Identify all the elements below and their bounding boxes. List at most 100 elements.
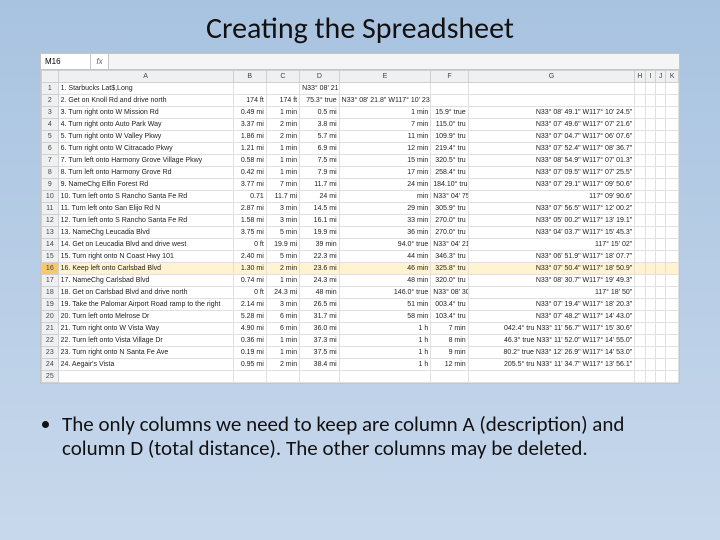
cell[interactable]: 7 min	[266, 179, 299, 191]
cell[interactable]	[635, 167, 645, 179]
cell[interactable]: 21. Turn right onto W Vista Way	[58, 323, 233, 335]
cell[interactable]: N33° 07' 09.5" W117° 07' 25.5"	[468, 167, 635, 179]
cell[interactable]: 003.4° tru	[431, 299, 468, 311]
cell[interactable]	[666, 227, 679, 239]
cell[interactable]: 115.0° tru	[431, 119, 468, 131]
cell[interactable]: 0.95 mi	[233, 359, 266, 371]
cell[interactable]	[645, 203, 655, 215]
cell[interactable]: 346.3° tru	[431, 251, 468, 263]
cell[interactable]: 44 min	[339, 251, 431, 263]
cell[interactable]	[656, 371, 666, 383]
cell[interactable]: 1 min	[266, 155, 299, 167]
cell[interactable]: 3.37 mi	[233, 119, 266, 131]
cell[interactable]: 1.21 mi	[233, 143, 266, 155]
cell[interactable]: 042.4° tru N33° 11' 56.7" W117° 15' 30.6…	[468, 323, 635, 335]
cell[interactable]: 1 min	[266, 167, 299, 179]
cell[interactable]: min	[339, 191, 431, 203]
cell[interactable]: 31.7 mi	[300, 311, 340, 323]
cell[interactable]: 117° 09' 90.6"	[468, 191, 635, 203]
cell[interactable]: N33° 07' 19.4" W117° 18' 20.3"	[468, 299, 635, 311]
col-header-J[interactable]: J	[656, 71, 666, 83]
cell[interactable]	[233, 83, 266, 95]
cell[interactable]: 3.75 mi	[233, 227, 266, 239]
row-header[interactable]: 9	[42, 179, 59, 191]
cell[interactable]: 29 min	[339, 203, 431, 215]
cell[interactable]	[656, 287, 666, 299]
col-header-G[interactable]: G	[468, 71, 635, 83]
cell[interactable]: 3 min	[266, 203, 299, 215]
cell[interactable]	[656, 275, 666, 287]
cell[interactable]	[656, 155, 666, 167]
cell[interactable]	[666, 83, 679, 95]
cell[interactable]: N33° 08' 21.4" W117° 10' 30.4"	[300, 83, 340, 95]
cell[interactable]: 46 min	[339, 263, 431, 275]
col-header-C[interactable]: C	[266, 71, 299, 83]
cell[interactable]: N33° 07' 04.7" W117° 06' 07.6"	[468, 131, 635, 143]
cell[interactable]	[645, 251, 655, 263]
cell[interactable]: 184.10° tru	[431, 179, 468, 191]
cell[interactable]	[645, 107, 655, 119]
cell[interactable]	[656, 359, 666, 371]
row-header[interactable]: 21	[42, 323, 59, 335]
cell[interactable]	[656, 95, 666, 107]
cell[interactable]	[645, 311, 655, 323]
cell[interactable]	[666, 191, 679, 203]
cell[interactable]: 2 min	[266, 119, 299, 131]
cell[interactable]	[431, 371, 468, 383]
cell[interactable]: N33° 04' 75.1" W	[431, 191, 468, 203]
cell[interactable]: 17 min	[339, 167, 431, 179]
cell[interactable]: 23. Turn right onto N Santa Fe Ave	[58, 347, 233, 359]
corner-cell[interactable]	[42, 71, 59, 83]
cell[interactable]: 7.9 mi	[300, 167, 340, 179]
cell[interactable]: 7. Turn left onto Harmony Grove Village …	[58, 155, 233, 167]
row-header[interactable]: 10	[42, 191, 59, 203]
cell[interactable]	[645, 347, 655, 359]
cell[interactable]	[666, 263, 679, 275]
col-header-A[interactable]: A	[58, 71, 233, 83]
cell[interactable]	[666, 167, 679, 179]
row-header[interactable]: 20	[42, 311, 59, 323]
cell[interactable]: 46.3° true N33° 11' 52.0" W117° 14' 55.0…	[468, 335, 635, 347]
row-header[interactable]: 14	[42, 239, 59, 251]
cell[interactable]: 14. Get on Leucadia Blvd and drive west	[58, 239, 233, 251]
cell[interactable]: 24. Aegair's Vista	[58, 359, 233, 371]
cell[interactable]	[635, 215, 645, 227]
cell[interactable]	[656, 131, 666, 143]
cell[interactable]	[666, 311, 679, 323]
cell[interactable]: 1 h	[339, 335, 431, 347]
cell[interactable]: 1 min	[266, 107, 299, 119]
cell[interactable]: 11.7 mi	[266, 191, 299, 203]
cell[interactable]	[645, 215, 655, 227]
row-header[interactable]: 22	[42, 335, 59, 347]
cell[interactable]: 48 min	[300, 287, 340, 299]
cell[interactable]: 7 min	[431, 323, 468, 335]
cell[interactable]	[656, 239, 666, 251]
cell[interactable]	[666, 215, 679, 227]
cell[interactable]: 305.9° tru	[431, 203, 468, 215]
cell[interactable]: 2 min	[266, 263, 299, 275]
cell[interactable]: 48 min	[339, 275, 431, 287]
cell[interactable]	[666, 359, 679, 371]
cell[interactable]: 26.5 mi	[300, 299, 340, 311]
cell[interactable]: 0 ft	[233, 287, 266, 299]
cell[interactable]: 13. NameChg Leucadia Blvd	[58, 227, 233, 239]
cell[interactable]: 0.36 mi	[233, 335, 266, 347]
cell[interactable]	[645, 299, 655, 311]
cell[interactable]: N33° 05' 00.2" W117° 13' 19.1"	[468, 215, 635, 227]
cell[interactable]: 0.49 mi	[233, 107, 266, 119]
cell[interactable]	[666, 119, 679, 131]
cell[interactable]: 6. Turn right onto W Citracado Pkwy	[58, 143, 233, 155]
cell[interactable]: 0 ft	[233, 239, 266, 251]
cell[interactable]	[666, 323, 679, 335]
cell[interactable]	[635, 359, 645, 371]
cell[interactable]: 1 h	[339, 323, 431, 335]
cell[interactable]: N33° 07' 29.1" W117° 09' 50.6"	[468, 179, 635, 191]
fx-icon[interactable]: fx	[91, 54, 109, 69]
cell[interactable]	[635, 323, 645, 335]
cell[interactable]: 6 min	[266, 311, 299, 323]
cell[interactable]: 22. Turn left onto Vista Village Dr	[58, 335, 233, 347]
cell[interactable]: 205.5° tru N33° 11' 34.7" W117° 13' 56.1…	[468, 359, 635, 371]
cell[interactable]	[645, 119, 655, 131]
row-header[interactable]: 11	[42, 203, 59, 215]
cell[interactable]: 11 min	[339, 131, 431, 143]
